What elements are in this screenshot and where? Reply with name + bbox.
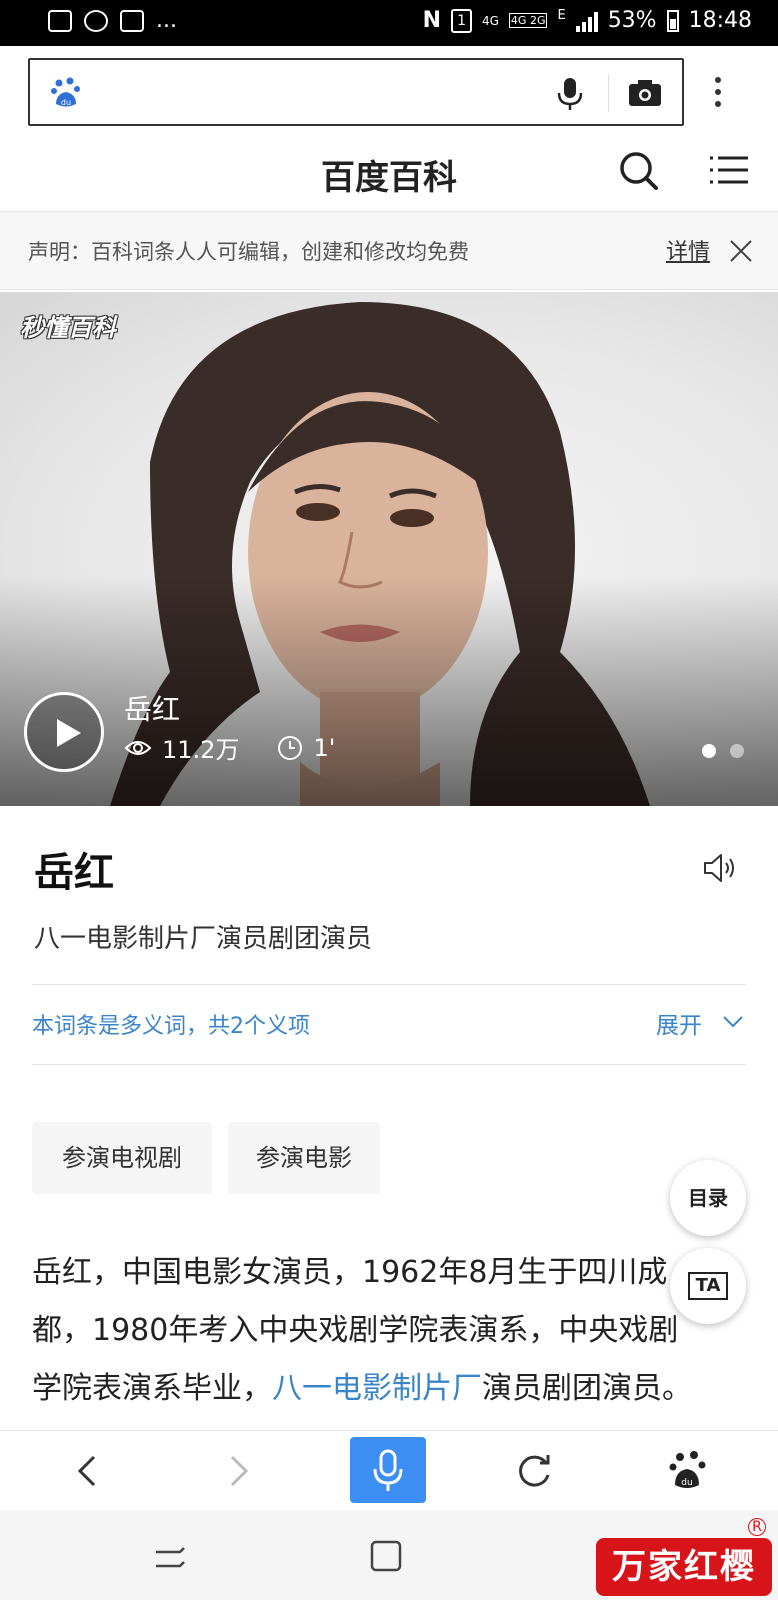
menu-icon[interactable] xyxy=(710,152,750,188)
svg-text:du: du xyxy=(61,98,71,107)
notice-banner: 声明：百科词条人人可编辑，创建和修改均免费 详情 xyxy=(0,212,778,290)
battery-percent: 53% xyxy=(607,8,657,33)
gallery-icon xyxy=(48,10,72,32)
view-count: 11.2万 xyxy=(162,736,240,764)
more-vertical-icon[interactable] xyxy=(710,74,726,110)
toc-label: 目录 xyxy=(688,1186,728,1210)
carousel-dot-active[interactable] xyxy=(702,744,716,758)
sim-badge: 1 xyxy=(451,8,472,33)
battery-icon xyxy=(666,9,679,32)
video-duration: 1' xyxy=(313,733,336,762)
clock-icon xyxy=(278,735,303,760)
svg-text:du: du xyxy=(681,1478,692,1488)
wechat-icon xyxy=(84,10,108,32)
entry-title: 岳红 xyxy=(34,850,114,896)
page-header: 百度百科 xyxy=(0,130,778,212)
address-divider xyxy=(608,74,609,112)
chevron-down-icon[interactable] xyxy=(722,1010,744,1032)
microphone-icon xyxy=(373,1449,403,1491)
summary-line-3-end: 演员剧团演员。 xyxy=(482,1371,692,1406)
expand-button[interactable]: 展开 xyxy=(656,1006,702,1040)
entry-subtitle: 八一电影制片厂演员剧团演员 xyxy=(34,924,373,954)
studio-link[interactable]: 八一电影制片厂 xyxy=(272,1371,482,1406)
search-icon[interactable] xyxy=(618,150,660,192)
summary-line-2: 都，1980年考入中央戏剧学院表演系，中央戏剧 xyxy=(32,1313,679,1348)
network-e: E xyxy=(557,8,566,23)
clock: 18:48 xyxy=(688,8,752,33)
back-icon[interactable] xyxy=(58,1443,114,1499)
summary-line-3: 学院表演系毕业， xyxy=(32,1371,272,1406)
toc-button[interactable]: 目录 xyxy=(670,1160,746,1236)
signal-icon xyxy=(575,10,598,32)
play-button[interactable] xyxy=(24,692,104,772)
microphone-icon[interactable] xyxy=(552,76,588,112)
miaodong-baike-logo: 秒懂百科 xyxy=(20,314,116,342)
home-icon[interactable] xyxy=(368,1538,404,1574)
polysemy-link[interactable]: 本词条是多义词，共2个义项 xyxy=(32,1008,310,1040)
registered-mark: R xyxy=(748,1518,766,1536)
camera-icon[interactable] xyxy=(628,78,662,108)
recent-apps-icon[interactable] xyxy=(150,1540,190,1576)
video-title: 岳红 xyxy=(124,693,181,726)
notice-details-link[interactable]: 详情 xyxy=(666,234,710,266)
hero-video-card[interactable]: 秒懂百科 岳红 11.2万 1' xyxy=(0,292,778,806)
network-4g2g: 4G 2G xyxy=(508,13,548,28)
tag-tv-series[interactable]: 参演电视剧 xyxy=(32,1122,212,1194)
watermark-logo: 万家红樱 xyxy=(596,1538,772,1596)
more-notifications: ... xyxy=(156,8,177,33)
baidu-paw-icon: du xyxy=(51,77,80,107)
notice-text: 声明：百科词条人人可编辑，创建和修改均免费 xyxy=(28,240,469,264)
divider xyxy=(32,1064,746,1065)
summary-paragraph: 岳红，中国电影女演员，1962年8月生于四川成 都，1980年考入中央戏剧学院表… xyxy=(32,1244,732,1418)
eye-icon xyxy=(124,740,152,755)
refresh-icon[interactable] xyxy=(506,1443,562,1499)
status-bar: ... N 1 4G 4G 2G E 53% 18:48 xyxy=(0,0,778,46)
baidu-app-icon xyxy=(120,10,144,32)
summary-line-1: 岳红，中国电影女演员，1962年8月生于四川成 xyxy=(32,1255,668,1290)
hero-gradient xyxy=(0,576,778,806)
video-meta: 11.2万 1' xyxy=(124,730,335,765)
carousel-dot[interactable] xyxy=(730,744,744,758)
close-icon[interactable] xyxy=(728,238,754,264)
address-bar[interactable]: du xyxy=(28,58,684,126)
network-4g: 4G xyxy=(481,13,499,28)
voice-search-button[interactable] xyxy=(350,1437,426,1503)
nfc-icon: N xyxy=(422,8,442,33)
speaker-icon[interactable] xyxy=(702,852,738,884)
tag-films[interactable]: 参演电影 xyxy=(228,1122,380,1194)
browser-bottom-nav: du xyxy=(0,1430,778,1510)
divider xyxy=(32,984,746,985)
baidu-home-icon[interactable]: du xyxy=(660,1443,716,1499)
forward-icon[interactable] xyxy=(210,1443,266,1499)
page-title: 百度百科 xyxy=(321,158,457,198)
